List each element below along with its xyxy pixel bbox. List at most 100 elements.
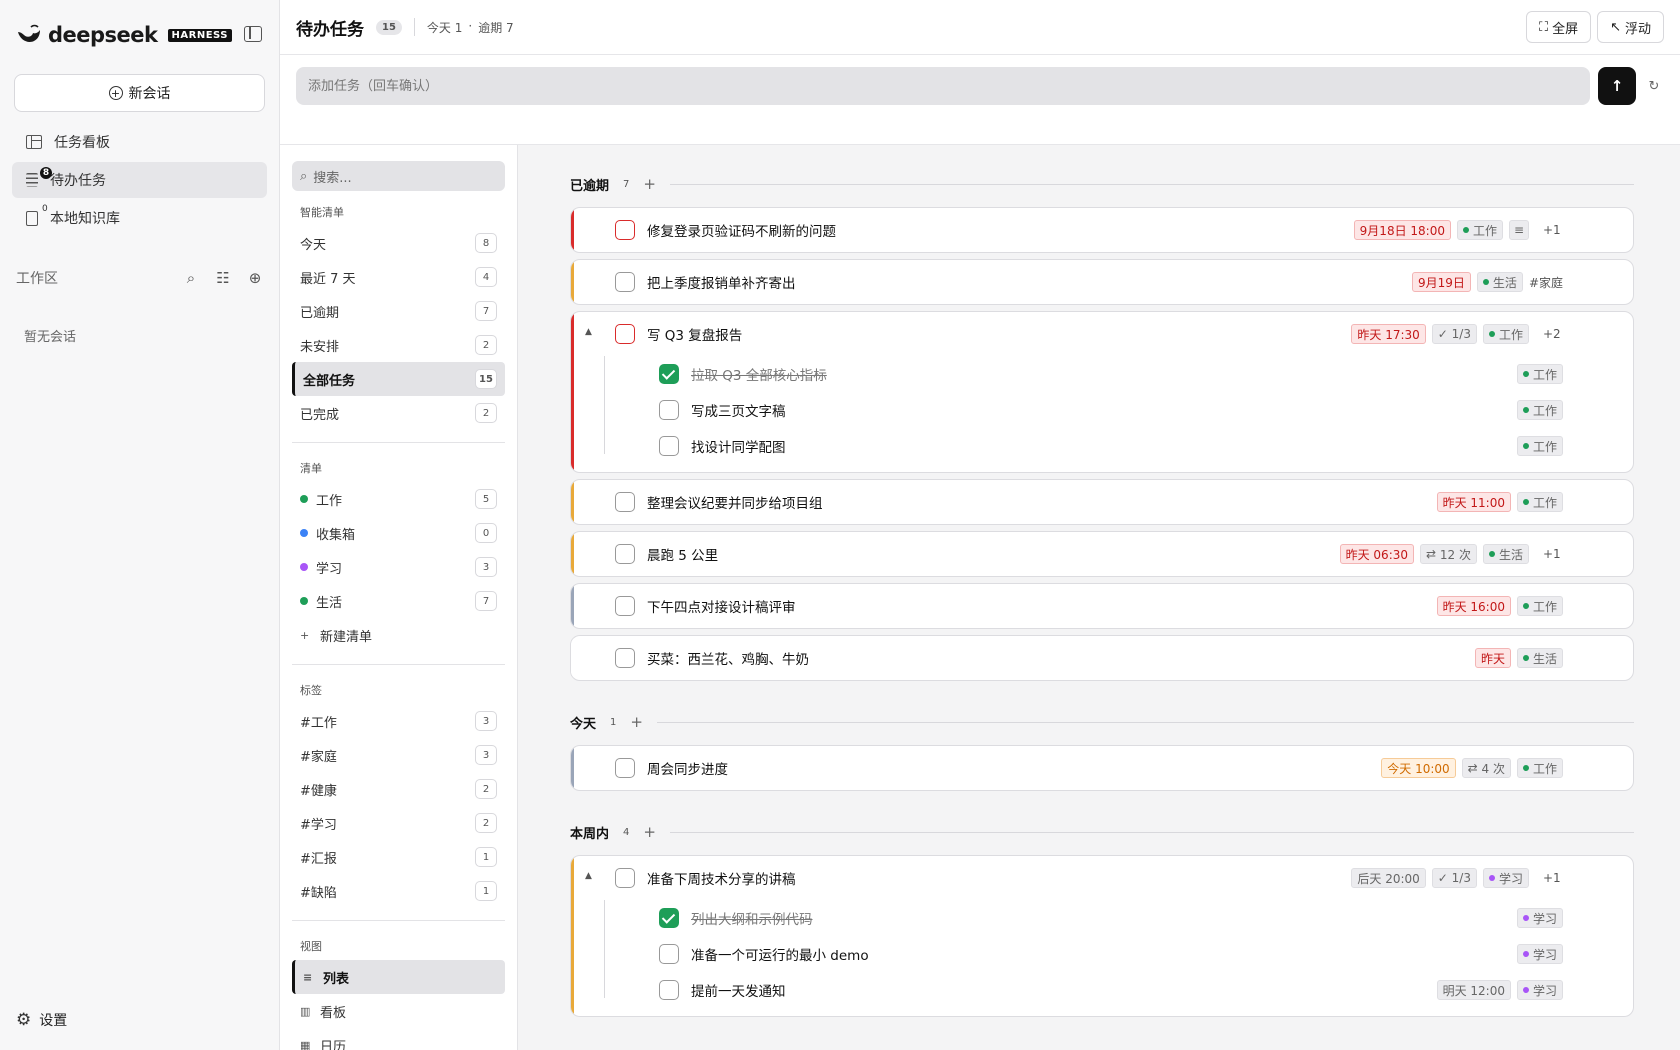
task-checkbox[interactable] bbox=[615, 544, 635, 564]
new-list-button[interactable]: + 新建清单 bbox=[292, 618, 505, 652]
subtask-checkbox[interactable] bbox=[659, 944, 679, 964]
task-checkbox[interactable] bbox=[615, 220, 635, 240]
tag-health[interactable]: #健康 2 bbox=[292, 772, 505, 806]
task-card[interactable]: 整理会议纪要并同步给项目组 昨天 11:00 工作 bbox=[570, 479, 1634, 525]
task-row[interactable]: ▲ 写 Q3 复盘报告 昨天 17:30 ✓ 1/3 工作 +2 bbox=[571, 312, 1633, 356]
float-label: 浮动 bbox=[1624, 21, 1651, 37]
subtask-row[interactable]: 准备一个可运行的最小 demo 学习 bbox=[571, 936, 1633, 972]
subtask-checkbox[interactable] bbox=[659, 908, 679, 928]
view-calendar[interactable]: ▦ 日历 bbox=[292, 1028, 505, 1050]
task-row[interactable]: ▲ 准备下周技术分享的讲稿 后天 20:00 ✓ 1/3 学习 +1 bbox=[571, 856, 1633, 900]
sidebar-toggle-icon[interactable] bbox=[244, 26, 262, 42]
list-life[interactable]: 生活 7 bbox=[292, 584, 505, 618]
search-icon[interactable]: ⌕ bbox=[183, 269, 199, 287]
submit-task-button[interactable]: ↑ bbox=[1598, 67, 1636, 105]
list-badge: 工作 bbox=[1516, 492, 1563, 512]
task-card[interactable]: 下午四点对接设计稿评审 昨天 16:00 工作 bbox=[570, 583, 1634, 629]
filter-count: 4 bbox=[475, 267, 497, 287]
tag-defect[interactable]: #缺陷 1 bbox=[292, 874, 505, 908]
list-color-dot bbox=[1488, 551, 1495, 557]
task-card-with-subtasks[interactable]: ▲ 准备下周技术分享的讲稿 后天 20:00 ✓ 1/3 学习 +1 列出大纲和… bbox=[570, 855, 1634, 1017]
add-task-input[interactable] bbox=[296, 67, 1590, 105]
task-checkbox[interactable] bbox=[615, 324, 635, 344]
subtask-row[interactable]: 写成三页文字稿 工作 bbox=[571, 392, 1633, 428]
subtask-checkbox[interactable] bbox=[659, 364, 679, 384]
filter-count: 15 bbox=[475, 369, 497, 389]
task-row[interactable]: 下午四点对接设计稿评审 昨天 16:00 工作 bbox=[571, 584, 1633, 628]
task-card[interactable]: 买菜：西兰花、鸡胸、牛奶 昨天 生活 bbox=[570, 635, 1634, 681]
task-card[interactable]: 把上季度报销单补齐寄出 9月19日 生活 #家庭 bbox=[570, 259, 1634, 305]
filter-overdue[interactable]: 已逾期 7 bbox=[292, 294, 505, 328]
list-study[interactable]: 学习 3 bbox=[292, 550, 505, 584]
subtask-row[interactable]: 列出大纲和示例代码 学习 bbox=[571, 900, 1633, 936]
subtask-row[interactable]: 拉取 Q3 全部核心指标 工作 bbox=[571, 356, 1633, 392]
sidebar-item-todo[interactable]: 8 待办任务 bbox=[12, 162, 267, 198]
task-card[interactable]: 周会同步进度 今天 10:00 ⇄ 4 次 工作 bbox=[570, 745, 1634, 791]
sidebar-item-task-board[interactable]: 任务看板 bbox=[12, 124, 267, 160]
filter-unscheduled[interactable]: 未安排 2 bbox=[292, 328, 505, 362]
task-checkbox[interactable] bbox=[615, 648, 635, 668]
view-board[interactable]: ▥ 看板 bbox=[292, 994, 505, 1028]
filter-today[interactable]: 今天 8 bbox=[292, 226, 505, 260]
add-task-to-group-button[interactable]: + bbox=[630, 713, 643, 731]
add-task-to-group-button[interactable]: + bbox=[643, 175, 656, 193]
group-count: 4 bbox=[623, 826, 630, 838]
float-button[interactable]: ↖ 浮动 bbox=[1597, 11, 1664, 43]
collapse-chevron-icon[interactable]: ▲ bbox=[585, 871, 592, 881]
fullscreen-button[interactable]: ⛶ 全屏 bbox=[1525, 11, 1592, 43]
tag-work[interactable]: #工作 3 bbox=[292, 704, 505, 738]
list-count: 5 bbox=[475, 489, 497, 509]
task-row[interactable]: 修复登录页验证码不刷新的问题 9月18日 18:00 工作 ≡ +1 bbox=[571, 208, 1633, 252]
due-date-badge: 昨天 06:30 bbox=[1339, 544, 1415, 564]
list-work[interactable]: 工作 5 bbox=[292, 482, 505, 516]
task-card[interactable]: 修复登录页验证码不刷新的问题 9月18日 18:00 工作 ≡ +1 bbox=[570, 207, 1634, 253]
sidebar-nav: 任务看板 8 待办任务 0 本地知识库 bbox=[0, 124, 279, 236]
filter-sliders-icon[interactable]: ☷ bbox=[215, 269, 231, 287]
task-checkbox[interactable] bbox=[615, 272, 635, 292]
new-chat-button[interactable]: + 新会话 bbox=[14, 74, 265, 112]
tag-report[interactable]: #汇报 1 bbox=[292, 840, 505, 874]
filter-next-7-days[interactable]: 最近 7 天 4 bbox=[292, 260, 505, 294]
view-list[interactable]: ≡ 列表 bbox=[292, 960, 505, 994]
task-checkbox[interactable] bbox=[615, 868, 635, 888]
task-row[interactable]: 晨跑 5 公里 昨天 06:30 ⇄ 12 次 生活 +1 bbox=[571, 532, 1633, 576]
list-inbox[interactable]: 收集箱 0 bbox=[292, 516, 505, 550]
knowledge-base-icon bbox=[26, 210, 38, 226]
tag-count: 3 bbox=[475, 745, 497, 765]
collapse-chevron-icon[interactable]: ▲ bbox=[585, 327, 592, 337]
sidebar-item-knowledge-base[interactable]: 0 本地知识库 bbox=[12, 200, 267, 236]
filter-completed[interactable]: 已完成 2 bbox=[292, 396, 505, 430]
task-row[interactable]: 把上季度报销单补齐寄出 9月19日 生活 #家庭 bbox=[571, 260, 1633, 304]
refresh-icon[interactable]: ↻ bbox=[1644, 67, 1664, 105]
subtask-progress: 1/3 bbox=[1451, 871, 1471, 885]
new-folder-icon[interactable]: ⊕ bbox=[247, 269, 263, 287]
task-row[interactable]: 周会同步进度 今天 10:00 ⇄ 4 次 工作 bbox=[571, 746, 1633, 790]
tag-study[interactable]: #学习 2 bbox=[292, 806, 505, 840]
group-divider bbox=[669, 183, 1634, 185]
task-list: 已逾期 7 + 修复登录页验证码不刷新的问题 9月18日 18:00 工作 ≡ … bbox=[518, 145, 1680, 1050]
tag-family[interactable]: #家庭 3 bbox=[292, 738, 505, 772]
subtask-checkbox[interactable] bbox=[659, 980, 679, 1000]
task-checkbox[interactable] bbox=[615, 492, 635, 512]
settings-button[interactable]: ⚙ 设置 bbox=[16, 1010, 67, 1030]
task-row[interactable]: 整理会议纪要并同步给项目组 昨天 11:00 工作 bbox=[571, 480, 1633, 524]
subtask-row[interactable]: 找设计同学配图 工作 bbox=[571, 428, 1633, 464]
list-color-dot bbox=[1522, 407, 1529, 413]
task-tags: 昨天 06:30 ⇄ 12 次 生活 +1 bbox=[1339, 544, 1563, 564]
filter-label: 全部任务 bbox=[303, 373, 356, 389]
task-card[interactable]: 晨跑 5 公里 昨天 06:30 ⇄ 12 次 生活 +1 bbox=[570, 531, 1634, 577]
task-card-with-subtasks[interactable]: ▲ 写 Q3 复盘报告 昨天 17:30 ✓ 1/3 工作 +2 拉取 Q3 全… bbox=[570, 311, 1634, 473]
filter-search-input[interactable]: ⌕ 搜索... bbox=[292, 161, 505, 191]
subtask-checkbox[interactable] bbox=[659, 436, 679, 456]
filter-all-tasks[interactable]: 全部任务 15 bbox=[292, 362, 505, 396]
task-checkbox[interactable] bbox=[615, 596, 635, 616]
task-row[interactable]: 买菜：西兰花、鸡胸、牛奶 昨天 生活 bbox=[571, 636, 1633, 680]
subtask-row[interactable]: 提前一天发通知 明天 12:00 学习 bbox=[571, 972, 1633, 1008]
task-checkbox[interactable] bbox=[615, 758, 635, 778]
due-date-badge: 今天 10:00 bbox=[1381, 758, 1456, 778]
list-badge-label: 工作 bbox=[1532, 599, 1557, 614]
add-task-to-group-button[interactable]: + bbox=[643, 823, 656, 841]
subtask-title: 提前一天发通知 bbox=[691, 984, 786, 1000]
subtask-checkbox[interactable] bbox=[659, 400, 679, 420]
task-tags: 后天 20:00 ✓ 1/3 学习 +1 bbox=[1351, 868, 1563, 888]
